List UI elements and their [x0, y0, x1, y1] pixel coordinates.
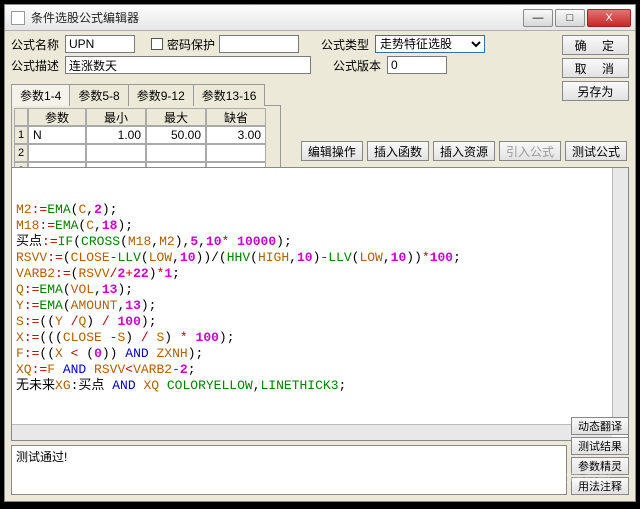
param-def-cell[interactable] [206, 144, 266, 162]
desc-input[interactable] [65, 56, 311, 74]
insert-func-button[interactable]: 插入函数 [367, 141, 429, 161]
tab-params-9-12[interactable]: 参数9-12 [128, 84, 194, 106]
desc-label: 公式描述 [11, 57, 61, 74]
close-button[interactable]: X [587, 9, 631, 27]
code-line[interactable]: VARB2:=(RSVV/2+22)*1; [16, 266, 624, 282]
param-row: 1N1.0050.003.00 [14, 126, 278, 144]
editor-window: 条件选股公式编辑器 — □ X 公式名称 密码保护 公式类型 走势特征选股 公式… [4, 4, 636, 502]
type-select[interactable]: 走势特征选股 [375, 35, 485, 53]
cancel-button[interactable]: 取 消 [562, 58, 629, 78]
row-index: 2 [14, 144, 28, 162]
param-name-cell[interactable]: N [28, 126, 86, 144]
test-result-button[interactable]: 测试结果 [571, 437, 629, 455]
param-row: 2 [14, 144, 278, 162]
app-icon [11, 11, 25, 25]
dyn-translate-button[interactable]: 动态翻译 [571, 417, 629, 435]
param-def-cell[interactable]: 3.00 [206, 126, 266, 144]
usage-notes-button[interactable]: 用法注释 [571, 477, 629, 495]
minimize-button[interactable]: — [523, 9, 553, 27]
name-input[interactable] [65, 35, 135, 53]
hdr-max: 最大 [146, 108, 206, 126]
code-line[interactable]: Q:=EMA(VOL,13); [16, 282, 624, 298]
status-text: 测试通过! [16, 450, 67, 464]
tab-params-13-16[interactable]: 参数13-16 [193, 84, 266, 106]
insert-res-button[interactable]: 插入资源 [433, 141, 495, 161]
password-input[interactable] [219, 35, 299, 53]
code-line[interactable]: F:=((X < (0)) AND ZXNH); [16, 346, 624, 362]
param-tabs: 参数1-4 参数5-8 参数9-12 参数13-16 [11, 83, 635, 105]
version-input[interactable] [387, 56, 447, 74]
code-line[interactable]: S:=((Y /Q) / 100); [16, 314, 624, 330]
ok-button[interactable]: 确 定 [562, 35, 629, 55]
code-vscroll[interactable] [612, 168, 628, 424]
code-line[interactable]: M18:=EMA(C,18); [16, 218, 624, 234]
form-area: 公式名称 密码保护 公式类型 走势特征选股 公式描述 公式版本 [5, 31, 635, 79]
hdr-def: 缺省 [206, 108, 266, 126]
titlebar[interactable]: 条件选股公式编辑器 — □ X [5, 5, 635, 31]
param-min-cell[interactable] [86, 144, 146, 162]
type-label: 公式类型 [321, 36, 371, 53]
param-name-cell[interactable] [28, 144, 86, 162]
test-formula-button[interactable]: 测试公式 [565, 141, 627, 161]
code-hscroll[interactable] [12, 424, 612, 440]
code-line[interactable]: Y:=EMA(AMOUNT,13); [16, 298, 624, 314]
tab-params-1-4[interactable]: 参数1-4 [11, 84, 70, 106]
param-max-cell[interactable]: 50.00 [146, 126, 206, 144]
version-label: 公式版本 [333, 57, 383, 74]
code-line[interactable]: X:=(((CLOSE -S) / S) * 100); [16, 330, 624, 346]
name-label: 公式名称 [11, 36, 61, 53]
status-output[interactable]: 测试通过! [11, 445, 567, 495]
row-index: 1 [14, 126, 28, 144]
code-line[interactable]: 买点:=IF(CROSS(M18,M2),5,10* 10000); [16, 234, 624, 250]
param-min-cell[interactable]: 1.00 [86, 126, 146, 144]
password-label: 密码保护 [167, 36, 215, 53]
saveas-button[interactable]: 另存为 [562, 81, 629, 101]
hdr-min: 最小 [86, 108, 146, 126]
param-corner [14, 108, 28, 126]
edit-ops-button[interactable]: 编辑操作 [301, 141, 363, 161]
code-line[interactable]: RSVV:=(CLOSE-LLV(LOW,10))/(HHV(HIGH,10)-… [16, 250, 624, 266]
code-editor[interactable]: M2:=EMA(C,2);M18:=EMA(C,18);买点:=IF(CROSS… [11, 167, 629, 441]
maximize-button[interactable]: □ [555, 9, 585, 27]
password-checkbox[interactable] [151, 38, 163, 50]
code-line[interactable]: 无未来XG:买点 AND XQ COLORYELLOW,LINETHICK3; [16, 378, 624, 394]
window-title: 条件选股公式编辑器 [31, 9, 523, 26]
code-line[interactable]: XQ:=F AND RSVV<VARB2-2; [16, 362, 624, 378]
tab-params-5-8[interactable]: 参数5-8 [69, 84, 128, 106]
hdr-name: 参数 [28, 108, 86, 126]
param-wizard-button[interactable]: 参数精灵 [571, 457, 629, 475]
param-max-cell[interactable] [146, 144, 206, 162]
code-line[interactable]: M2:=EMA(C,2); [16, 202, 624, 218]
import-formula-button[interactable]: 引入公式 [499, 141, 561, 161]
